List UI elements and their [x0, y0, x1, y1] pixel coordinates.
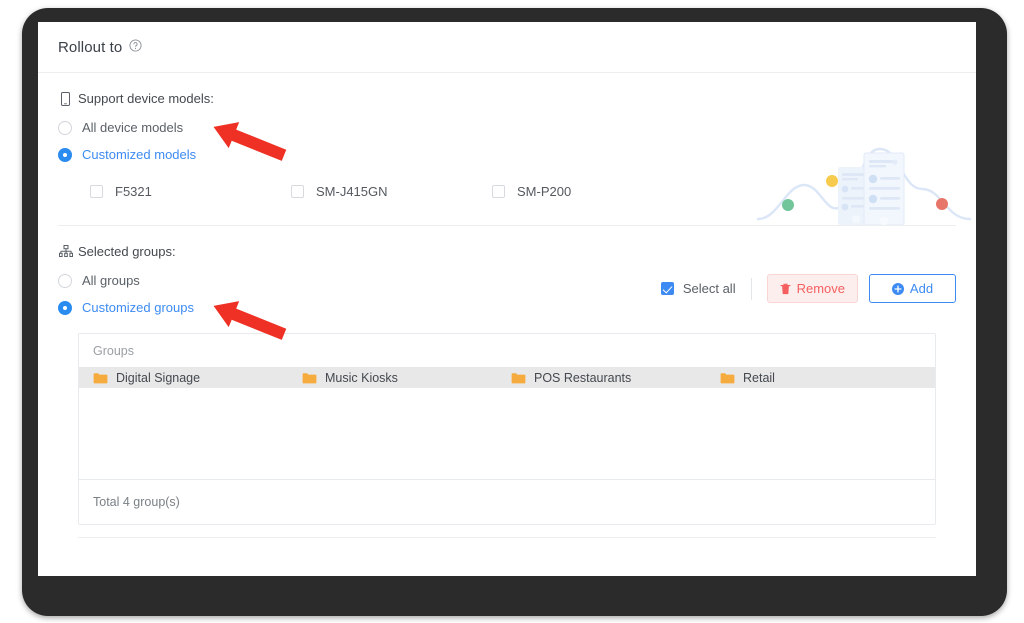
group-cell-retail[interactable]: Retail: [706, 371, 915, 385]
folder-icon: [511, 372, 526, 384]
add-button[interactable]: Add: [869, 274, 956, 303]
group-name-pos-restaurants: POS Restaurants: [534, 370, 632, 385]
device-model-checkbox-sm-j415gn[interactable]: SM-J415GN: [291, 184, 492, 199]
checkbox-indicator-sm-j415gn[interactable]: [291, 185, 304, 198]
checkbox-indicator-select-all[interactable]: [660, 282, 674, 295]
radio-all-device-models[interactable]: All device models: [58, 120, 956, 135]
toolbar-separator: [750, 277, 752, 300]
trash-icon: [780, 283, 791, 295]
rollout-to-panel: Rollout to Support device models: All de…: [38, 22, 976, 576]
select-all-checkbox[interactable]: Select all: [660, 281, 736, 296]
radio-label-all-groups: All groups: [82, 273, 140, 288]
groups-table: Groups Digital Signage Music Kiosks POS …: [78, 333, 936, 525]
device-model-label-f5321: F5321: [115, 184, 152, 199]
device-model-label-sm-p200: SM-P200: [517, 184, 572, 199]
plus-circle-icon: [891, 282, 904, 295]
group-name-retail: Retail: [743, 370, 775, 385]
panel-header: Rollout to: [38, 22, 976, 73]
radio-label-customized-groups: Customized groups: [82, 300, 194, 315]
selected-groups-label: Selected groups:: [58, 226, 956, 259]
group-name-music-kiosks: Music Kiosks: [325, 370, 398, 385]
device-model-label-sm-j415gn: SM-J415GN: [316, 184, 388, 199]
groups-table-footer: Total 4 group(s): [79, 479, 935, 524]
radio-indicator-customized-groups[interactable]: [58, 300, 72, 315]
support-device-models-label-text: Support device models:: [78, 91, 214, 106]
device-model-checkbox-sm-p200[interactable]: SM-P200: [492, 184, 693, 199]
page-title: Rollout to: [58, 38, 123, 56]
radio-indicator-customized-models[interactable]: [58, 147, 72, 162]
remove-button[interactable]: Remove: [766, 274, 858, 303]
checkbox-indicator-sm-p200[interactable]: [492, 185, 505, 198]
section-divider-bottom: [78, 537, 936, 538]
table-row[interactable]: Digital Signage Music Kiosks POS Restaur…: [79, 367, 935, 388]
checkbox-indicator-f5321[interactable]: [90, 185, 103, 198]
group-cell-digital-signage[interactable]: Digital Signage: [79, 371, 288, 385]
question-circle-icon[interactable]: [129, 39, 142, 57]
folder-icon: [302, 372, 317, 384]
device-model-checkbox-list: F5321 SM-J415GN SM-P200: [58, 184, 956, 225]
radio-indicator-all-device-models[interactable]: [58, 120, 72, 135]
org-chart-icon: [58, 244, 73, 259]
selected-groups-section: Selected groups: All groups Customized g…: [38, 226, 976, 538]
support-device-models-label: Support device models:: [58, 73, 956, 106]
group-cell-pos-restaurants[interactable]: POS Restaurants: [497, 371, 706, 385]
device-model-checkbox-f5321[interactable]: F5321: [90, 184, 291, 199]
selected-groups-label-text: Selected groups:: [78, 244, 176, 259]
radio-label-all-device-models: All device models: [82, 120, 184, 135]
add-button-label: Add: [909, 281, 934, 296]
groups-table-body: Digital Signage Music Kiosks POS Restaur…: [79, 367, 935, 479]
groups-table-column-header: Groups: [93, 344, 134, 358]
remove-button-label: Remove: [796, 281, 845, 296]
radio-customized-models[interactable]: Customized models: [58, 147, 956, 162]
radio-label-customized-models: Customized models: [82, 147, 197, 162]
group-name-digital-signage: Digital Signage: [116, 370, 201, 385]
radio-indicator-all-groups[interactable]: [58, 273, 72, 288]
group-cell-music-kiosks[interactable]: Music Kiosks: [288, 371, 497, 385]
folder-icon: [720, 372, 735, 384]
support-device-models-section: Support device models: All device models…: [38, 73, 976, 226]
mobile-device-icon: [58, 91, 73, 106]
groups-toolbar: Select all Remove Add: [660, 274, 956, 303]
select-all-label: Select all: [682, 281, 736, 296]
folder-icon: [93, 372, 108, 384]
